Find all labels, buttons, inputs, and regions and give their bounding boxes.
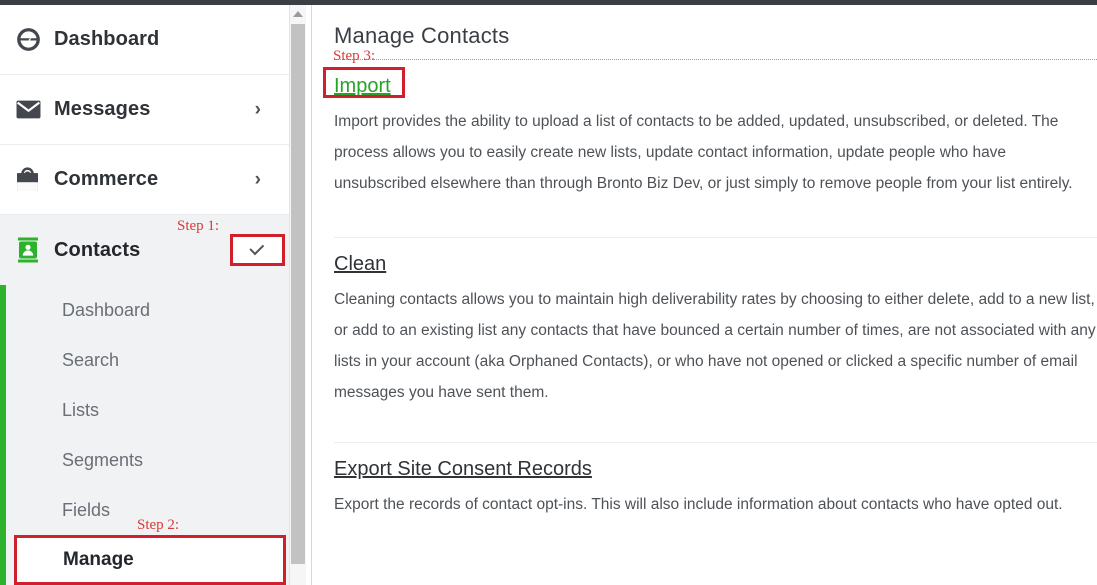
clean-link[interactable]: Clean <box>334 253 386 276</box>
sidebar: Dashboard Messages › Commerce › Contacts… <box>0 5 289 585</box>
envelope-icon <box>16 100 54 119</box>
sidebar-subitem-label: Segments <box>62 449 144 470</box>
chevron-right-icon: › <box>254 168 261 190</box>
triangle-up-icon <box>293 10 303 17</box>
annotation-step-1: Step 1: <box>177 218 220 234</box>
sidebar-subitem-label: Lists <box>62 399 100 420</box>
sidebar-item-label: Commerce <box>54 168 159 190</box>
scrollbar-thumb[interactable] <box>291 24 305 564</box>
import-link[interactable]: Import <box>334 75 391 98</box>
sidebar-subitem-lists[interactable]: Lists <box>0 385 289 435</box>
section-export-site-consent-records: Export Site Consent Records Export the r… <box>334 443 1097 520</box>
sidebar-item-label: Messages <box>54 98 151 120</box>
shopping-bag-icon <box>16 167 54 192</box>
sidebar-item-commerce[interactable]: Commerce › <box>0 145 289 215</box>
section-body: Export the records of contact opt-ins. T… <box>334 496 1063 513</box>
section-import: Import Import provides the ability to up… <box>323 60 1097 217</box>
annotation-step-3: Step 3: <box>333 48 376 64</box>
export-site-consent-records-link[interactable]: Export Site Consent Records <box>334 458 592 481</box>
main-content: Manage Contacts Import Import provides t… <box>313 5 1097 585</box>
sidebar-scrollbar[interactable] <box>289 5 306 585</box>
contacts-expand-toggle[interactable] <box>230 234 285 266</box>
section-clean: Clean Cleaning contacts allows you to ma… <box>334 238 1097 424</box>
sidebar-item-messages[interactable]: Messages › <box>0 75 289 145</box>
sidebar-subitem-dashboard[interactable]: Dashboard <box>0 285 289 335</box>
sidebar-subitem-segments[interactable]: Segments <box>0 435 289 485</box>
sidebar-divider <box>306 5 312 585</box>
page-title: Manage Contacts <box>334 23 510 48</box>
sidebar-item-dashboard[interactable]: Dashboard <box>0 5 289 75</box>
sidebar-subitem-manage-wrapper: Manage <box>0 535 289 585</box>
gauge-icon <box>16 27 54 52</box>
app-root: Dashboard Messages › Commerce › Contacts… <box>0 0 1097 585</box>
sidebar-subitem-label: Search <box>62 349 120 370</box>
sidebar-subitem-label: Manage <box>63 549 134 570</box>
sidebar-subitem-manage[interactable]: Manage <box>14 535 286 585</box>
section-body: Cleaning contacts allows you to maintain… <box>334 291 1096 401</box>
annotation-step-2: Step 2: <box>137 517 180 533</box>
chevron-down-icon <box>249 240 265 256</box>
contact-card-icon <box>16 237 54 263</box>
sidebar-item-contacts[interactable]: Contacts <box>0 215 289 285</box>
sidebar-subitem-search[interactable]: Search <box>0 335 289 385</box>
import-link-wrapper: Import <box>323 60 405 98</box>
scroll-up-button[interactable] <box>290 5 306 22</box>
section-body: Import provides the ability to upload a … <box>334 113 1073 192</box>
sidebar-subitem-label: Fields <box>62 499 111 520</box>
sidebar-subitem-label: Dashboard <box>62 299 151 320</box>
sidebar-item-label: Dashboard <box>54 28 160 50</box>
contacts-submenu: Dashboard Search Lists Segments Fields M… <box>0 285 289 585</box>
sidebar-item-label: Contacts <box>54 238 141 261</box>
chevron-right-icon: › <box>254 98 261 120</box>
